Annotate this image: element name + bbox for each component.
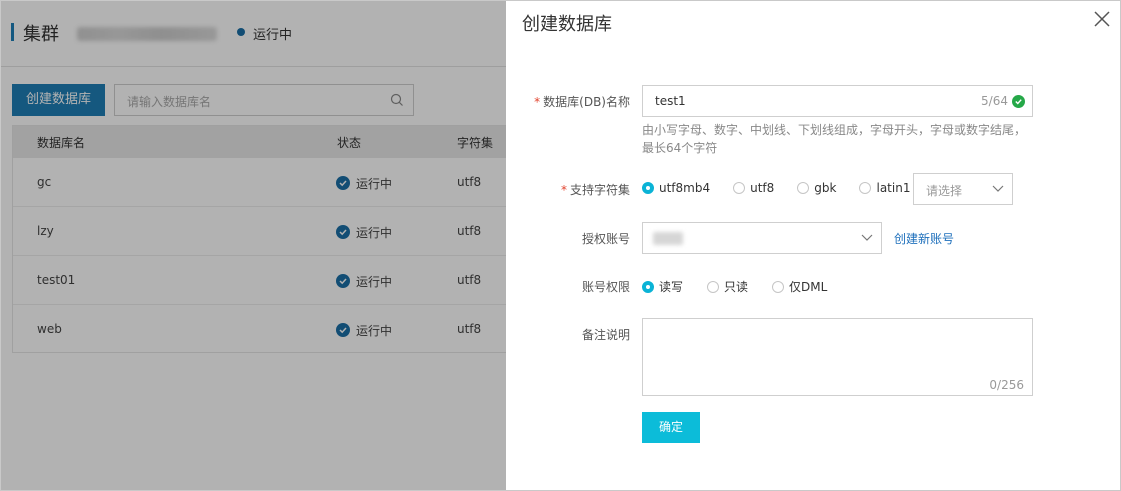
db-name-counter: 5/64 — [981, 94, 1008, 108]
radio-label: utf8 — [750, 181, 775, 195]
db-name-label: * 数据库(DB)名称 — [506, 93, 630, 110]
account-redacted — [653, 232, 683, 245]
remark-counter: 0/256 — [989, 378, 1024, 392]
db-name-label-text: 数据库(DB)名称 — [543, 95, 630, 109]
radio-label: gbk — [814, 181, 837, 195]
account-label: 授权账号 — [581, 232, 630, 246]
db-name-value: test1 — [655, 94, 686, 108]
hint-line-1: 由小写字母、数字、中划线、下划线组成，字母开头，字母或数字结尾， — [642, 123, 1027, 137]
remark-textarea[interactable]: 0/256 — [642, 318, 1033, 396]
chevron-down-icon — [861, 234, 873, 241]
radio-icon — [733, 182, 746, 194]
charset-option-gbk[interactable]: gbk — [797, 181, 836, 195]
permission-option-readonly[interactable]: 只读 — [707, 278, 748, 295]
modal-overlay[interactable] — [1, 1, 506, 490]
create-database-drawer: 创建数据库 * 数据库(DB)名称 test1 5/64 由小写字母、数字、中划线… — [506, 1, 1120, 490]
hint-line-2: 最长64个字符 — [642, 141, 718, 155]
permission-option-readwrite[interactable]: 读写 — [642, 278, 683, 295]
charset-label: * 支持字符集 — [506, 181, 630, 198]
account-select[interactable] — [642, 222, 882, 254]
permission-label: 账号权限 — [581, 280, 630, 294]
drawer-title: 创建数据库 — [522, 14, 612, 35]
app-window: 集群 运行中 创建数据库 请输入数据库名 数据库名 状态 字符集 gc 运行中 — [0, 0, 1121, 491]
radio-label: 读写 — [659, 280, 684, 294]
radio-label: latin1 — [876, 181, 911, 195]
radio-selected-icon — [642, 280, 654, 293]
radio-label: 只读 — [724, 280, 749, 294]
select-placeholder: 请选择 — [926, 184, 963, 198]
valid-check-icon — [1012, 95, 1025, 108]
permission-radio-group: 读写 只读 仅DML — [642, 278, 849, 295]
charset-radio-group: utf8mb4 utf8 gbk latin1 — [642, 181, 932, 195]
radio-icon — [772, 280, 785, 293]
confirm-button[interactable]: 确定 — [642, 412, 700, 443]
radio-icon — [707, 280, 720, 293]
db-name-hint: 由小写字母、数字、中划线、下划线组成，字母开头，字母或数字结尾， 最长64个字符 — [642, 121, 1042, 157]
radio-icon — [859, 182, 872, 194]
create-account-link[interactable]: 创建新账号 — [894, 230, 954, 247]
chevron-down-icon — [992, 185, 1004, 192]
remark-label: 备注说明 — [581, 328, 630, 342]
close-icon[interactable] — [1092, 9, 1112, 29]
required-mark: * — [560, 183, 567, 197]
radio-icon — [797, 182, 810, 194]
required-mark: * — [534, 95, 541, 109]
charset-label-text: 支持字符集 — [569, 183, 630, 197]
charset-collation-select[interactable]: 请选择 — [913, 173, 1013, 205]
radio-label: 仅DML — [789, 280, 828, 294]
radio-label: utf8mb4 — [659, 181, 711, 195]
charset-option-utf8[interactable]: utf8 — [733, 181, 774, 195]
radio-selected-icon — [642, 182, 654, 194]
charset-option-latin1[interactable]: latin1 — [859, 181, 910, 195]
permission-option-dml-only[interactable]: 仅DML — [772, 278, 827, 295]
charset-option-utf8mb4[interactable]: utf8mb4 — [642, 181, 710, 195]
db-name-input[interactable]: test1 5/64 — [642, 85, 1033, 117]
